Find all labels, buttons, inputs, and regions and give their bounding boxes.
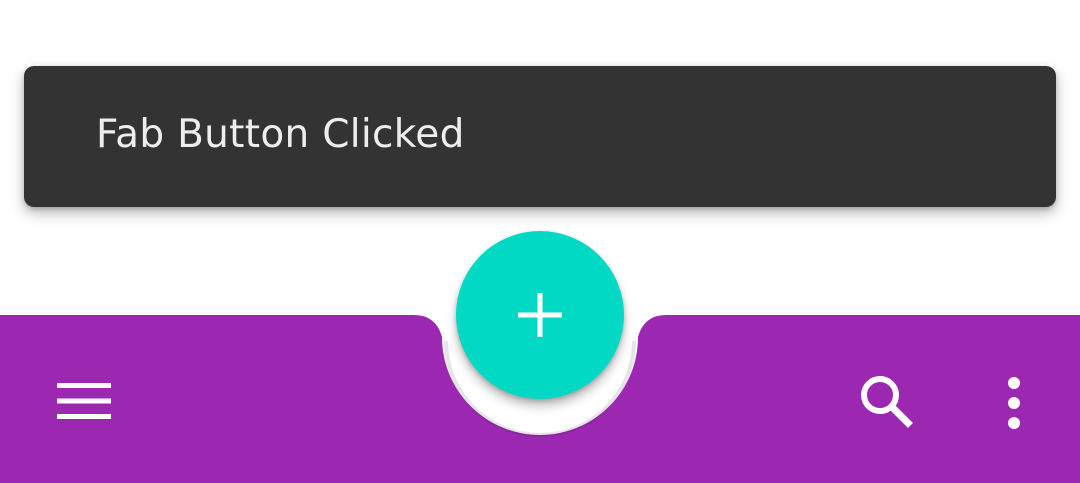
three-dots-glyph [1008, 377, 1020, 429]
menu-icon[interactable] [48, 369, 120, 433]
fab-add-button[interactable] [456, 231, 624, 399]
magnifier-glyph [861, 376, 913, 428]
plus-icon [518, 293, 562, 337]
snackbar: Fab Button Clicked [24, 66, 1056, 207]
search-icon[interactable] [850, 365, 922, 437]
more-vertical-icon[interactable] [990, 367, 1038, 439]
hamburger-glyph [57, 383, 111, 419]
snackbar-message: Fab Button Clicked [96, 112, 465, 157]
